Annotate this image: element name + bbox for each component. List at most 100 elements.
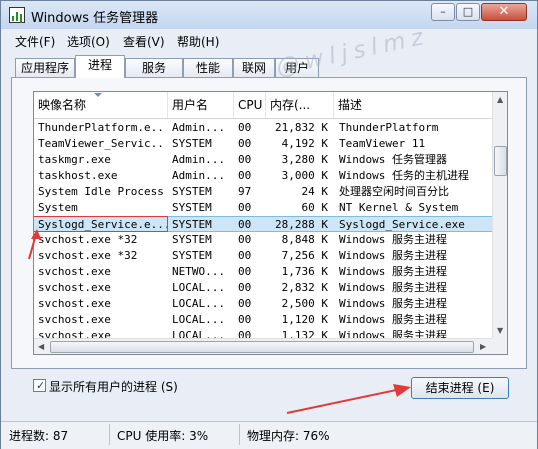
status-memory: 物理内存: 76% <box>247 429 330 443</box>
cell-desc: NT Kernel & System <box>339 201 459 214</box>
horizontal-scroll-thumb[interactable] <box>50 341 474 353</box>
cell-name: svchost.exe <box>38 281 111 294</box>
table-row[interactable]: svchost.exe *32 SYSTEM 00 8,848 K Windows 服务… <box>34 232 492 248</box>
cell-mem: 2,500 K <box>281 297 328 310</box>
menu-view[interactable]: 查看(V) <box>123 33 165 50</box>
column-description[interactable]: 描述 <box>334 92 492 118</box>
cell-desc: Windows 服务主进程 <box>339 249 447 262</box>
tab-processes[interactable]: 进程 <box>75 55 125 78</box>
status-separator <box>239 424 240 445</box>
status-cpu-usage: CPU 使用率: 3% <box>117 429 209 443</box>
window-title: Windows 任务管理器 <box>31 11 159 26</box>
cell-cpu: 00 <box>238 313 252 326</box>
tab-services[interactable]: 服务 <box>125 58 183 77</box>
cell-cpu: 00 <box>238 169 252 182</box>
cell-mem: 21,832 K <box>275 121 328 134</box>
cell-name: System <box>38 201 78 214</box>
table-row[interactable]: svchost.exe *32 SYSTEM 00 7,256 K Windows 服务… <box>34 248 492 264</box>
menu-bar: 文件(F) 选项(O) 查看(V) 帮助(H) <box>1 31 537 51</box>
end-process-button[interactable]: 结束进程 (E) <box>411 377 509 399</box>
cell-name: svchost.exe <box>38 313 111 326</box>
minimize-button[interactable]: – <box>431 3 455 21</box>
table-row[interactable]: System SYSTEM 00 60 K NT Kernel & System <box>34 200 492 216</box>
show-all-users-label[interactable]: 显示所有用户的进程 (S) <box>49 378 178 395</box>
cell-mem: 1,120 K <box>281 313 328 326</box>
cell-name: ThunderPlatform.e... <box>38 121 166 134</box>
cell-cpu: 00 <box>238 281 252 294</box>
scrollbar-corner <box>492 338 507 354</box>
table-row[interactable]: taskhost.exe Admin... 00 3,000 K Windows 任务的… <box>34 168 492 184</box>
cell-cpu: 00 <box>238 265 252 278</box>
cell-name: svchost.exe *32 <box>38 249 138 262</box>
cell-name: taskhost.exe <box>38 169 118 182</box>
cell-cpu: 00 <box>238 201 252 214</box>
table-row[interactable]: taskmgr.exe Admin... 00 3,280 K Windows 任务管理… <box>34 152 492 168</box>
cell-cpu: 00 <box>238 249 252 262</box>
scroll-left-icon[interactable]: ◀ <box>38 342 44 351</box>
status-bar: 进程数: 87 CPU 使用率: 3% 物理内存: 76% <box>1 421 537 449</box>
cell-desc: Windows 服务主进程 <box>339 313 447 326</box>
scroll-down-icon[interactable]: ▼ <box>497 326 503 335</box>
scroll-right-icon[interactable]: ▶ <box>480 342 486 351</box>
vertical-scrollbar[interactable]: ▲ ▼ <box>492 92 507 338</box>
column-image-name-label: 映像名称 <box>38 98 87 112</box>
column-cpu[interactable]: CPU <box>234 92 266 118</box>
cell-cpu: 00 <box>238 218 252 231</box>
sort-ascending-icon <box>94 93 102 97</box>
table-row[interactable]: TeamViewer_Servic... SYSTEM 00 4,192 K TeamV… <box>34 136 492 152</box>
annotation-highlight-box <box>34 216 168 232</box>
cell-cpu: 00 <box>238 137 252 150</box>
cell-cpu: 97 <box>238 185 252 198</box>
annotation-arrow-right-icon <box>286 384 411 414</box>
cell-desc: ThunderPlatform <box>339 121 439 134</box>
vertical-scroll-thumb[interactable] <box>494 146 507 176</box>
cell-desc: Windows 服务主进程 <box>339 297 447 310</box>
tab-networking[interactable]: 联网 <box>233 58 275 77</box>
cell-mem: 60 K <box>301 201 329 214</box>
table-row[interactable]: svchost.exe LOCAL... 00 1,120 K Windows 服务主进… <box>34 312 492 328</box>
table-row[interactable]: svchost.exe LOCAL... 00 2,500 K Windows 服务主进… <box>34 296 492 312</box>
table-row[interactable]: System Idle Process SYSTEM 97 24 K 处理器空闲时间百分… <box>34 184 492 200</box>
process-list[interactable]: 映像名称 用户名 CPU 内存(... 描述 ThunderPlatform.e… <box>33 91 508 355</box>
tab-strip: 应用程序 进程 服务 性能 联网 用户 <box>1 55 537 78</box>
cell-cpu: 00 <box>238 153 252 166</box>
cell-desc: Windows 任务的主机进程 <box>339 169 469 182</box>
cell-mem: 7,256 K <box>281 249 328 262</box>
column-user-name[interactable]: 用户名 <box>168 92 234 118</box>
horizontal-scrollbar[interactable]: ◀ ▶ <box>34 338 492 354</box>
table-row[interactable]: ThunderPlatform.e... Admin... 00 21,832 K Th… <box>34 120 492 136</box>
cell-user: SYSTEM <box>172 218 212 231</box>
task-manager-window: Windows 任务管理器 – □ ✕ 文件(F) 选项(O) 查看(V) 帮助… <box>0 0 538 449</box>
menu-options[interactable]: 选项(O) <box>67 33 110 50</box>
menu-file[interactable]: 文件(F) <box>15 33 55 50</box>
table-row[interactable]: svchost.exe LOCAL... 00 2,832 K Windows 服务主进… <box>34 280 492 296</box>
cell-mem: 3,000 K <box>281 169 328 182</box>
tab-applications[interactable]: 应用程序 <box>15 58 75 77</box>
cell-cpu: 00 <box>238 297 252 310</box>
tab-performance[interactable]: 性能 <box>183 58 233 77</box>
cell-cpu: 00 <box>238 121 252 134</box>
maximize-button[interactable]: □ <box>456 3 480 21</box>
table-row[interactable]: svchost.exe NETWO... 00 1,736 K Windows 服务主进… <box>34 264 492 280</box>
cell-name: svchost.exe *32 <box>38 233 138 246</box>
close-button[interactable]: ✕ <box>481 3 527 21</box>
cell-user: SYSTEM <box>172 137 212 150</box>
cell-user: NETWO... <box>172 265 225 278</box>
scroll-up-icon[interactable]: ▲ <box>497 95 503 104</box>
cell-mem: 24 K <box>301 185 329 198</box>
menu-help[interactable]: 帮助(H) <box>177 33 219 50</box>
column-memory[interactable]: 内存(... <box>266 92 334 118</box>
table-row[interactable]: Syslogd_Service.e... SYSTEM 00 28,288 K Sysl… <box>34 216 492 232</box>
cell-user: SYSTEM <box>172 201 212 214</box>
title-bar[interactable]: Windows 任务管理器 – □ ✕ <box>1 1 537 29</box>
show-all-users-checkbox[interactable]: ✓ <box>33 379 46 392</box>
cell-desc: Windows 服务主进程 <box>339 265 447 278</box>
cell-desc: Syslogd_Service.exe <box>339 218 465 231</box>
cell-name: System Idle Process <box>38 185 164 198</box>
cell-name: svchost.exe <box>38 265 111 278</box>
cell-desc: Windows 服务主进程 <box>339 281 447 294</box>
column-image-name[interactable]: 映像名称 <box>34 92 168 118</box>
cell-mem: 8,848 K <box>281 233 328 246</box>
cell-desc: 处理器空闲时间百分比 <box>339 185 449 198</box>
cell-cpu: 00 <box>238 233 252 246</box>
